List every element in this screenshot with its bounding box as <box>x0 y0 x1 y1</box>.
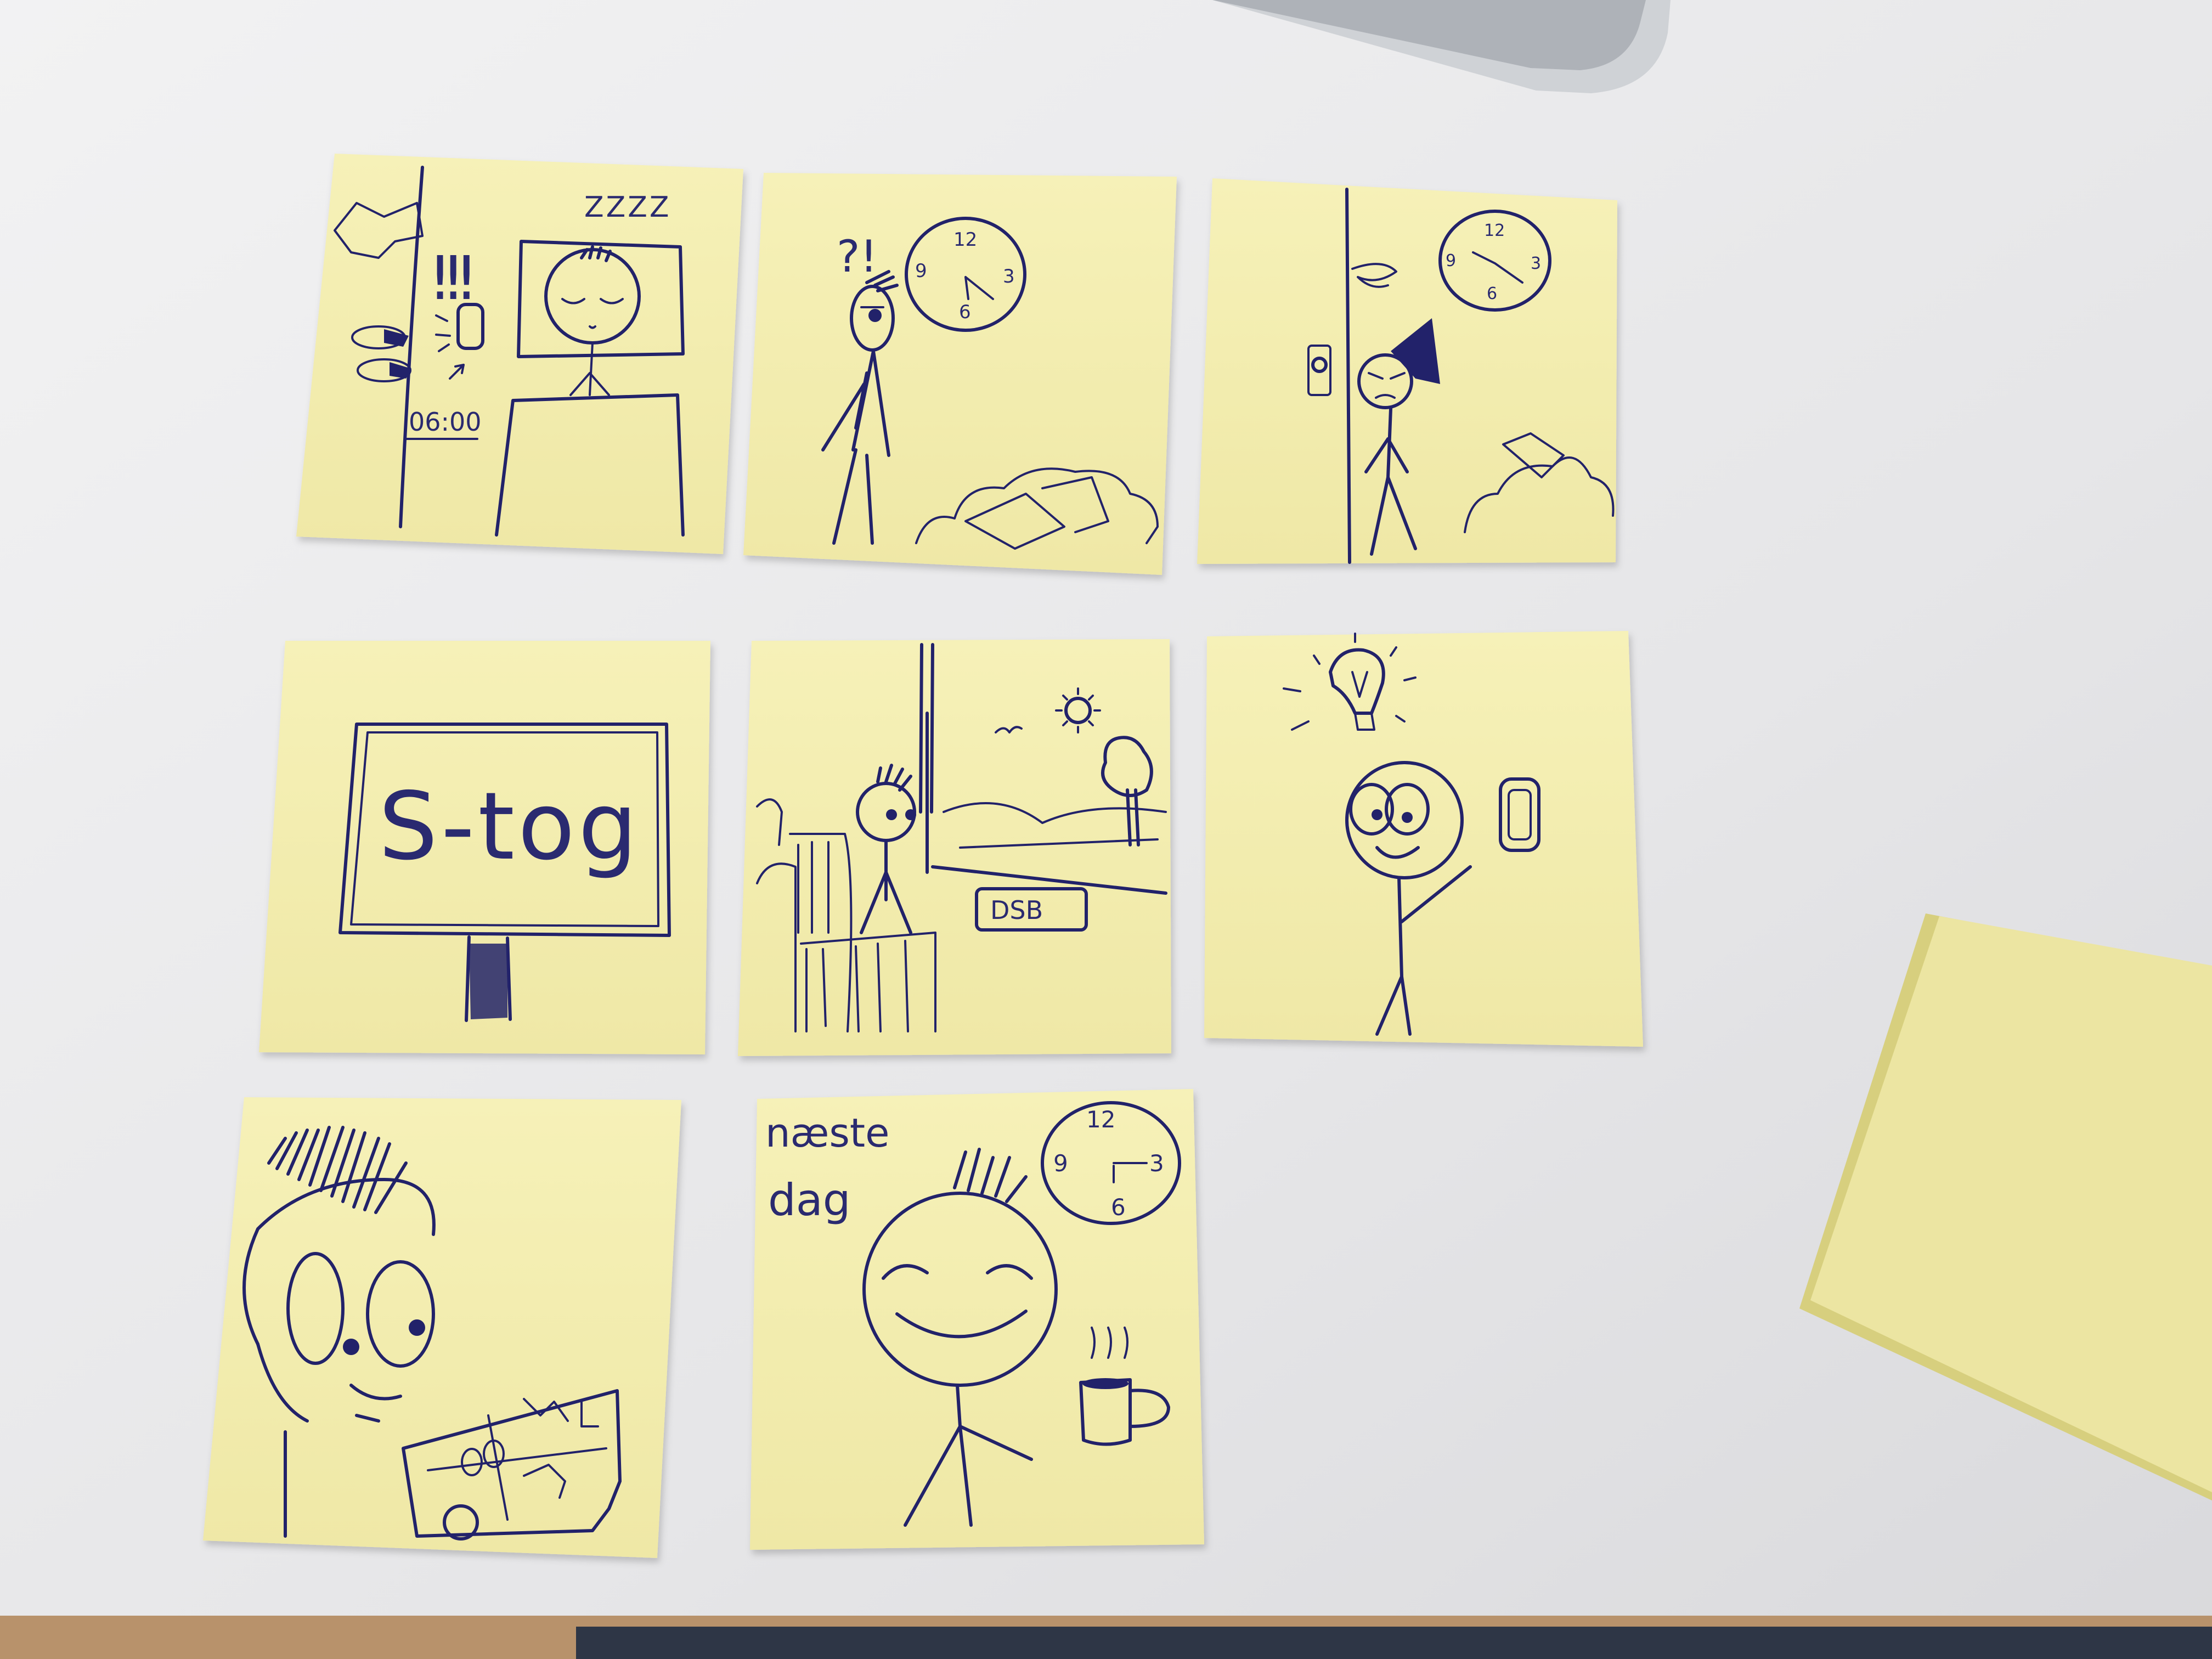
s-tog-sign-text: S-tog <box>379 772 641 881</box>
clock-3: 3 <box>1003 266 1015 287</box>
sticky-note-7 <box>203 1097 681 1558</box>
naeste-text: næste <box>765 1110 889 1156</box>
clock3-9: 9 <box>1446 251 1456 270</box>
exclaim-text: !!! <box>428 243 470 313</box>
question-text: ?! <box>837 231 878 282</box>
clock3-12: 12 <box>1484 221 1505 240</box>
sticky-note-6 <box>1204 631 1643 1047</box>
clock3-3: 3 <box>1531 254 1541 273</box>
clock-6: 6 <box>959 301 971 323</box>
sticky-note-1: !!! 06:00 ZZZZ <box>296 154 743 554</box>
clock8-6: 6 <box>1111 1194 1126 1221</box>
sticky-note-3: 12 3 6 9 <box>1197 178 1617 564</box>
dsb-sign-text: DSB <box>990 895 1043 925</box>
photo-scene: !!! 06:00 ZZZZ 12 3 6 9 ?! 12 3 6 9 S-to… <box>0 0 2212 1659</box>
clock3-6: 6 <box>1487 284 1497 303</box>
sticky-note-8: næste dag 12 3 6 9 <box>750 1089 1204 1550</box>
clock-12: 12 <box>953 229 977 251</box>
floor-dark <box>576 1627 2212 1659</box>
sticky-note-5: DSB <box>738 639 1171 1056</box>
sticky-note-4: S-tog <box>259 641 710 1054</box>
sticky-note-2: 12 3 6 9 ?! <box>743 173 1177 575</box>
alarm-time-text: 06:00 <box>409 407 482 437</box>
clock-9: 9 <box>915 260 927 282</box>
clock8-9: 9 <box>1053 1150 1068 1177</box>
dag-text: dag <box>768 1175 851 1226</box>
clock8-12: 12 <box>1086 1106 1115 1133</box>
zzz-text: ZZZZ <box>584 191 672 224</box>
clock8-3: 3 <box>1149 1150 1164 1177</box>
